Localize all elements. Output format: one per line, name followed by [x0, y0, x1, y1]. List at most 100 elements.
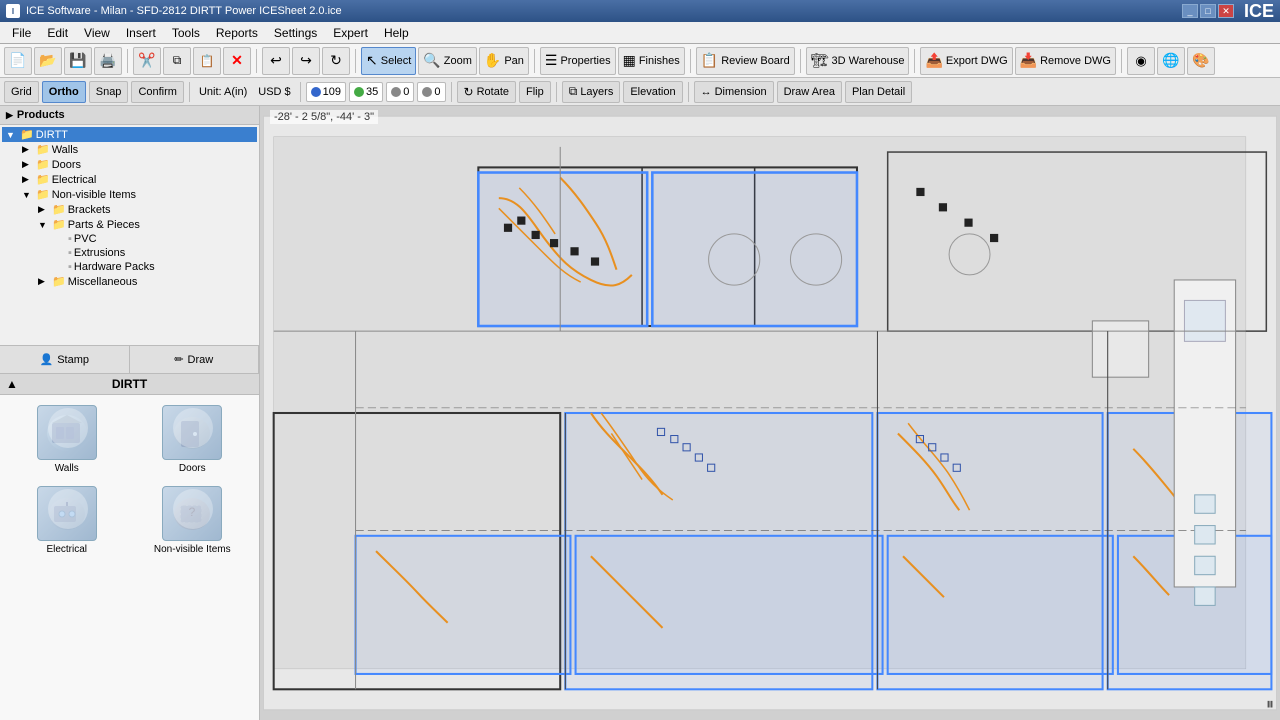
- open-button[interactable]: 📂: [34, 47, 62, 75]
- undo-button[interactable]: ↩: [262, 47, 290, 75]
- menu-reports[interactable]: Reports: [208, 24, 266, 42]
- counter2-icon: [354, 87, 364, 97]
- menu-tools[interactable]: Tools: [164, 24, 208, 42]
- new-button[interactable]: 📄: [4, 47, 32, 75]
- tree-item-pvc[interactable]: ▶ ▪ PVC: [2, 232, 257, 246]
- draw-area-button[interactable]: Draw Area: [777, 81, 842, 103]
- copy-button[interactable]: ⧉: [163, 47, 191, 75]
- menu-view[interactable]: View: [76, 24, 118, 42]
- tree-item-dirtt[interactable]: ▼ 📁 DIRTT: [2, 127, 257, 142]
- globe-button[interactable]: 🌐: [1157, 47, 1185, 75]
- rotate-button[interactable]: ↻ Rotate: [457, 81, 516, 103]
- dimension-button[interactable]: ↔ Dimension: [694, 81, 774, 103]
- tree-item-doors[interactable]: ▶ 📁 Doors: [2, 157, 257, 172]
- partspieces-folder-icon: 📁: [52, 218, 66, 231]
- product-item-nonvisible[interactable]: ? Non-visible Items: [132, 482, 254, 559]
- save-button[interactable]: 💾: [64, 47, 92, 75]
- menu-bar: File Edit View Insert Tools Reports Sett…: [0, 22, 1280, 44]
- tree-content: ▼ 📁 DIRTT ▶ 📁 Walls ▶ 📁 Doors: [0, 125, 259, 340]
- zoom-button[interactable]: 🔍 Zoom: [418, 47, 477, 75]
- miscellaneous-label: Miscellaneous: [68, 276, 138, 288]
- review-board-button[interactable]: 📋 Review Board: [696, 47, 795, 75]
- canvas-area[interactable]: -28' - 2 5/8", -44' - 3": [260, 106, 1280, 720]
- walls-expand-icon[interactable]: ▶: [22, 144, 34, 155]
- action-sep4: [556, 82, 557, 102]
- save-icon: 💾: [69, 52, 86, 69]
- pan-button[interactable]: ✋ Pan: [479, 47, 529, 75]
- electrical-product-label: Electrical: [46, 544, 87, 555]
- layers-label: Layers: [580, 86, 613, 98]
- menu-file[interactable]: File: [4, 24, 39, 42]
- properties-button[interactable]: ☰ Properties: [540, 47, 616, 75]
- color-button[interactable]: 🎨: [1187, 47, 1215, 75]
- snap-button[interactable]: Snap: [89, 81, 129, 103]
- walls-folder-icon: 📁: [36, 143, 50, 156]
- action-sep5: [688, 82, 689, 102]
- menu-help[interactable]: Help: [376, 24, 417, 42]
- ortho-button[interactable]: Ortho: [42, 81, 86, 103]
- copy-icon: ⧉: [173, 53, 182, 68]
- counter1-value: 109: [323, 86, 341, 98]
- brackets-expand-icon[interactable]: ▶: [38, 204, 50, 215]
- remove-dwg-button[interactable]: 📥 Remove DWG: [1015, 47, 1116, 75]
- menu-expert[interactable]: Expert: [325, 24, 376, 42]
- partspieces-label: Parts & Pieces: [68, 219, 140, 231]
- miscellaneous-expand-icon[interactable]: ▶: [38, 276, 50, 287]
- menu-settings[interactable]: Settings: [266, 24, 325, 42]
- paste-button[interactable]: 📋: [193, 47, 221, 75]
- counter4-value: 0: [434, 86, 440, 98]
- expand-all-icon: ▶: [6, 110, 13, 121]
- menu-insert[interactable]: Insert: [118, 24, 164, 42]
- panel-scroll-up-icon[interactable]: ▲: [6, 377, 18, 391]
- refresh-button[interactable]: ↻: [322, 47, 350, 75]
- tab-stamp[interactable]: 👤 Stamp: [0, 346, 130, 373]
- tree-item-hardwarepacks[interactable]: ▶ ▪ Hardware Packs: [2, 260, 257, 274]
- redo-button[interactable]: ↪: [292, 47, 320, 75]
- tree-item-partspieces[interactable]: ▼ 📁 Parts & Pieces: [2, 217, 257, 232]
- maximize-button[interactable]: □: [1200, 4, 1216, 18]
- remove-dwg-icon: 📥: [1020, 52, 1037, 69]
- vr-button[interactable]: ◉: [1127, 47, 1155, 75]
- tree-item-walls[interactable]: ▶ 📁 Walls: [2, 142, 257, 157]
- partspieces-expand-icon[interactable]: ▼: [38, 220, 50, 230]
- layers-button[interactable]: ⧉ Layers: [562, 81, 621, 103]
- tree-item-electrical[interactable]: ▶ 📁 Electrical: [2, 172, 257, 187]
- tab-draw[interactable]: ✏ Draw: [130, 346, 260, 373]
- pan-icon: ✋: [484, 52, 501, 69]
- print-button[interactable]: 🖨️: [94, 47, 122, 75]
- product-item-doors[interactable]: Doors: [132, 401, 254, 478]
- confirm-button[interactable]: Confirm: [131, 81, 184, 103]
- plan-detail-button[interactable]: Plan Detail: [845, 81, 912, 103]
- dirtt-expand-icon[interactable]: ▼: [6, 130, 18, 140]
- menu-edit[interactable]: Edit: [39, 24, 76, 42]
- finishes-button[interactable]: ▦ Finishes: [618, 47, 685, 75]
- tree-item-brackets[interactable]: ▶ 📁 Brackets: [2, 202, 257, 217]
- export-dwg-button[interactable]: 📤 Export DWG: [920, 47, 1012, 75]
- tree-item-nonvisible[interactable]: ▼ 📁 Non-visible Items: [2, 187, 257, 202]
- counter3: 0: [386, 82, 414, 102]
- select-icon: ↖: [366, 52, 378, 69]
- flip-button[interactable]: Flip: [519, 81, 551, 103]
- sep7: [914, 49, 915, 73]
- electrical-folder-icon: 📁: [36, 173, 50, 186]
- doors-expand-icon[interactable]: ▶: [22, 159, 34, 170]
- product-panel-title: DIRTT: [112, 377, 147, 391]
- minimize-button[interactable]: _: [1182, 4, 1198, 18]
- zoom-label: Zoom: [444, 55, 472, 67]
- toolbar: 📄 📂 💾 🖨️ ✂️ ⧉ 📋 ✕ ↩ ↪ ↻ ↖ Select 🔍 Zoom …: [0, 44, 1280, 78]
- cut-button[interactable]: ✂️: [133, 47, 161, 75]
- nonvisible-expand-icon[interactable]: ▼: [22, 190, 34, 200]
- delete-button[interactable]: ✕: [223, 47, 251, 75]
- electrical-expand-icon[interactable]: ▶: [22, 174, 34, 185]
- action-sep1: [189, 82, 190, 102]
- product-item-walls[interactable]: Walls: [6, 401, 128, 478]
- product-item-electrical[interactable]: Electrical: [6, 482, 128, 559]
- close-button[interactable]: ✕: [1218, 4, 1234, 18]
- paste-icon: 📋: [200, 54, 215, 68]
- tree-item-miscellaneous[interactable]: ▶ 📁 Miscellaneous: [2, 274, 257, 289]
- grid-button[interactable]: Grid: [4, 81, 39, 103]
- tree-item-extrusions[interactable]: ▶ ▪ Extrusions: [2, 246, 257, 260]
- select-button[interactable]: ↖ Select: [361, 47, 416, 75]
- 3d-warehouse-button[interactable]: 🏗 3D Warehouse: [806, 47, 910, 75]
- elevation-button[interactable]: Elevation: [623, 81, 682, 103]
